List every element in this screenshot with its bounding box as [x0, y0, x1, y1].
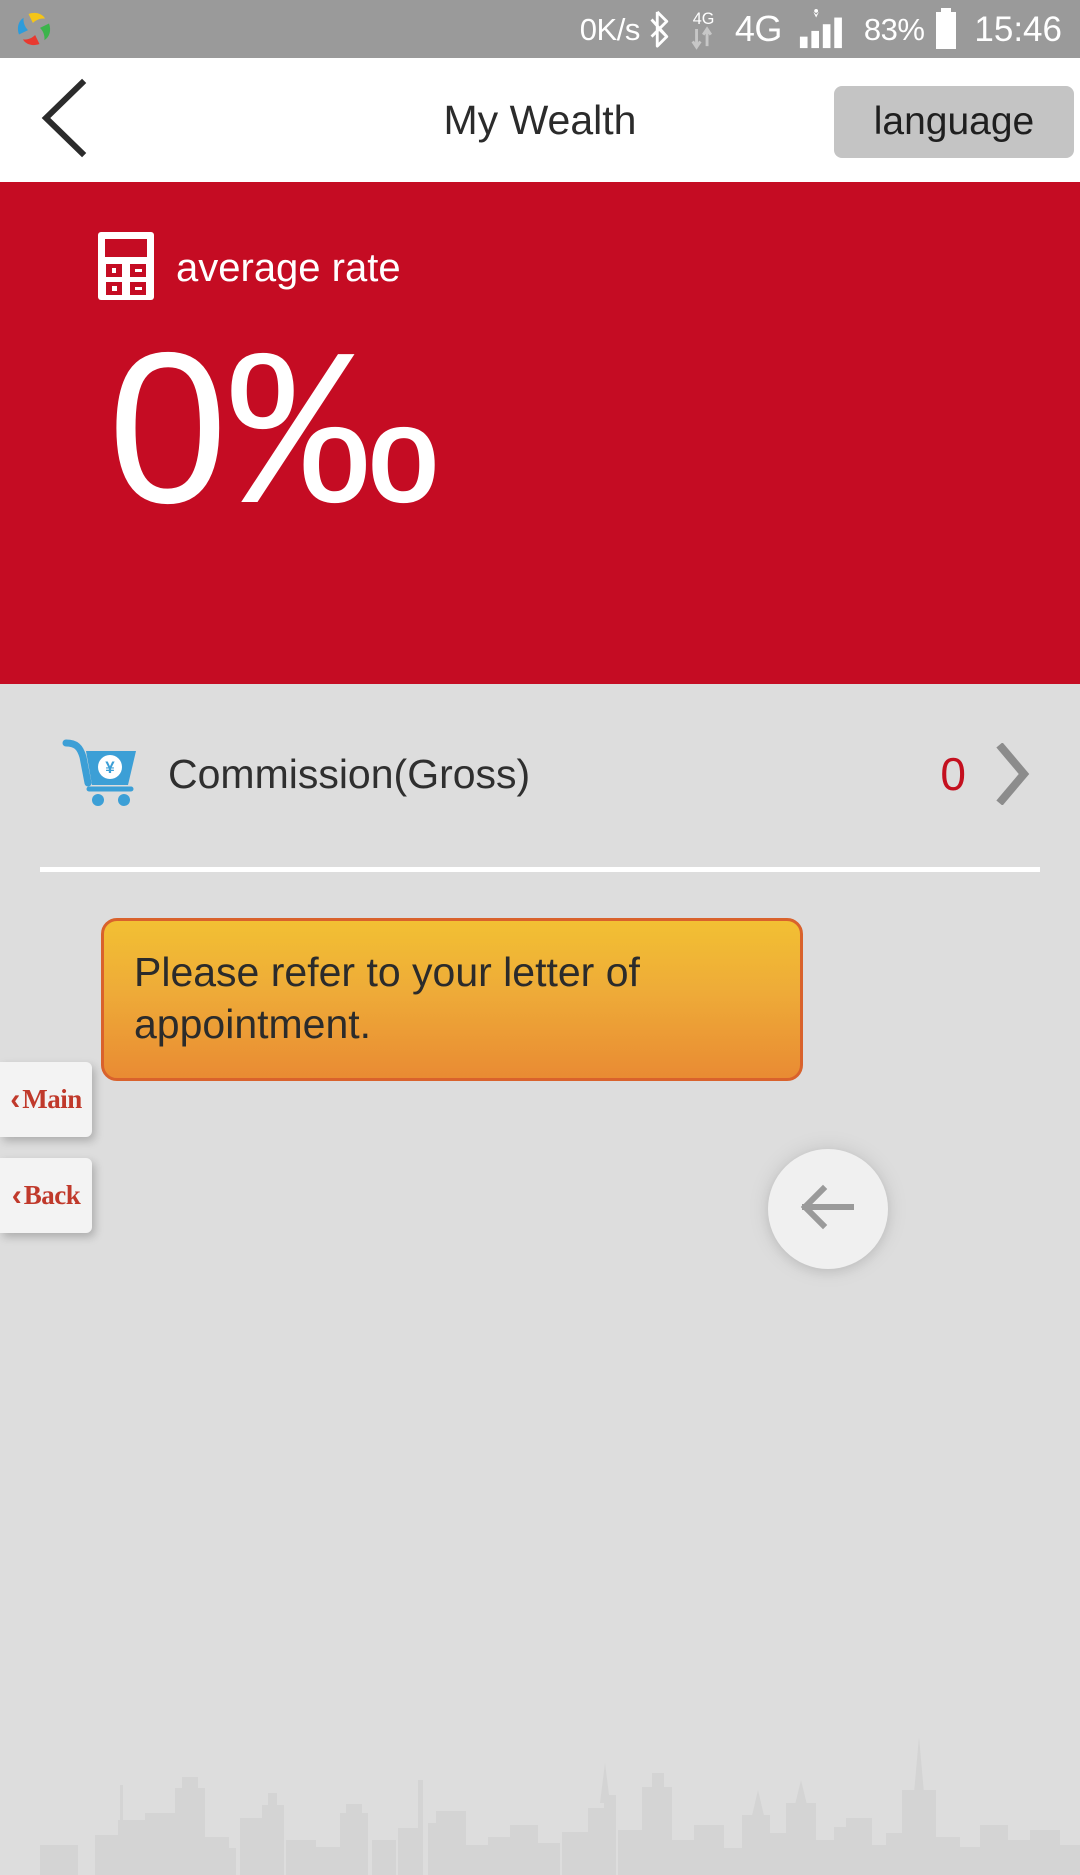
chevron-left-small-icon: ‹: [10, 1082, 21, 1116]
svg-text:¥: ¥: [105, 758, 115, 777]
status-bar-right: 0K/s 4G 4G 83% 15:46: [580, 7, 1062, 51]
side-tab-back-label: Back: [23, 1180, 81, 1210]
appointment-notice-text: Please refer to your letter of appointme…: [134, 949, 640, 1048]
side-tab-main-label: Main: [22, 1084, 82, 1114]
pinwheel-app-icon: [14, 9, 54, 49]
row-divider: [40, 867, 1040, 872]
commission-gross-value: 0: [940, 748, 966, 800]
language-button[interactable]: language: [834, 86, 1074, 158]
app-screen: 0K/s 4G 4G 83% 15:46 My Wealth language …: [0, 0, 1080, 1875]
calculator-icon: [98, 232, 154, 305]
average-rate-label: average rate: [176, 246, 401, 290]
svg-text:4G: 4G: [693, 10, 715, 28]
side-tab-main[interactable]: ‹ Main: [0, 1062, 92, 1137]
network-speed-label: 0K/s: [579, 11, 641, 47]
commission-gross-label: Commission(Gross): [168, 750, 531, 797]
battery-icon: [933, 7, 959, 51]
side-tab-back[interactable]: ‹ Back: [0, 1158, 92, 1233]
app-header: My Wealth language: [0, 58, 1080, 182]
city-skyline-watermark: [40, 1737, 1080, 1875]
average-rate-value: 0‰: [108, 307, 441, 548]
arrow-left-icon: [797, 1176, 859, 1243]
network-type-label: 4G: [734, 8, 783, 49]
chevron-right-icon[interactable]: [992, 743, 1034, 805]
mobile-data-icon: 4G: [690, 8, 726, 50]
floating-back-button[interactable]: [768, 1149, 888, 1269]
commission-gross-row[interactable]: ¥ Commission(Gross) 0: [0, 684, 1080, 864]
status-bar: 0K/s 4G 4G 83% 15:46: [0, 0, 1080, 58]
clock-label: 15:46: [974, 9, 1062, 49]
average-rate-label-row: average rate: [98, 232, 401, 305]
bluetooth-icon: [649, 10, 675, 48]
signal-bars-icon: [791, 8, 847, 50]
average-rate-panel: average rate 0‰: [0, 182, 1080, 684]
battery-percent-label: 83%: [863, 11, 925, 47]
appointment-notice-box: Please refer to your letter of appointme…: [101, 918, 803, 1081]
shopping-cart-yen-icon: ¥: [62, 737, 140, 812]
status-bar-left: [14, 9, 54, 49]
chevron-left-small-icon: ‹: [11, 1178, 22, 1212]
